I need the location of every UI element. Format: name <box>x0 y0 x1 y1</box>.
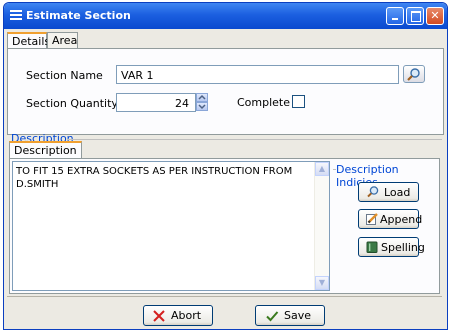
section-quantity-value: 24 <box>175 97 189 110</box>
minimize-button[interactable] <box>386 7 404 25</box>
spellcheck-book-icon <box>366 241 378 253</box>
magnifier-icon <box>367 186 379 198</box>
abort-button[interactable]: Abort <box>143 305 213 326</box>
section-quantity-input[interactable]: 24 <box>116 93 196 112</box>
spelling-button[interactable]: Spelling <box>358 237 425 257</box>
description-group: Description Description TO FIT 15 EXTRA … <box>7 132 442 294</box>
save-label: Save <box>284 309 312 322</box>
description-group-divider <box>67 139 442 140</box>
window-title: Estimate Section <box>26 9 131 22</box>
tab-description[interactable]: Description <box>9 141 82 158</box>
description-panel: TO FIT 15 EXTRA SOCKETS AS PER INSTRUCTI… <box>9 158 440 294</box>
complete-label: Complete <box>237 96 291 109</box>
section-name-label: Section Name <box>26 69 103 82</box>
abort-label: Abort <box>171 309 202 322</box>
load-button[interactable]: Load <box>358 182 419 202</box>
chevron-down-icon <box>198 104 206 110</box>
title-bar[interactable]: Estimate Section ✕ <box>4 3 447 29</box>
description-scrollbar[interactable]: ▲ ▼ <box>314 162 329 290</box>
scroll-up-button[interactable]: ▲ <box>315 162 329 176</box>
app-icon <box>10 9 22 23</box>
footer-divider <box>7 296 442 297</box>
spelling-label: Spelling <box>381 241 425 254</box>
checkmark-icon <box>266 311 279 322</box>
pencil-paper-icon <box>366 213 378 225</box>
description-text: TO FIT 15 EXTRA SOCKETS AS PER INSTRUCTI… <box>16 166 293 190</box>
maximize-icon <box>411 11 421 22</box>
chevron-up-icon <box>198 94 206 100</box>
section-quantity-spinner[interactable] <box>196 93 208 111</box>
spinner-up-button[interactable] <box>196 93 208 102</box>
section-name-search-button[interactable] <box>403 65 425 83</box>
description-textarea[interactable]: TO FIT 15 EXTRA SOCKETS AS PER INSTRUCTI… <box>12 161 330 291</box>
maximize-button[interactable] <box>406 7 424 25</box>
section-quantity-label: Section Quantity <box>26 97 118 110</box>
details-panel: Section Name VAR 1 Section Quantity 24 C… <box>7 48 444 135</box>
append-label: Append <box>380 213 423 226</box>
x-icon <box>153 310 165 322</box>
close-icon: ✕ <box>430 9 440 22</box>
complete-checkbox[interactable] <box>292 95 305 108</box>
scroll-down-button[interactable]: ▼ <box>315 276 329 290</box>
magnifier-icon <box>407 68 420 81</box>
section-name-input[interactable]: VAR 1 <box>116 65 399 84</box>
append-button[interactable]: Append <box>358 209 423 229</box>
spinner-down-button[interactable] <box>196 102 208 111</box>
scroll-up-icon: ▲ <box>318 164 326 173</box>
estimate-section-window: Estimate Section ✕ Details Area Section … <box>3 2 448 330</box>
minimize-icon <box>392 18 398 20</box>
save-button[interactable]: Save <box>255 305 325 326</box>
tab-area[interactable]: Area <box>47 32 78 49</box>
section-name-value: VAR 1 <box>121 69 154 82</box>
close-button[interactable]: ✕ <box>426 7 444 25</box>
scroll-down-icon: ▼ <box>318 278 326 287</box>
load-label: Load <box>384 186 411 199</box>
